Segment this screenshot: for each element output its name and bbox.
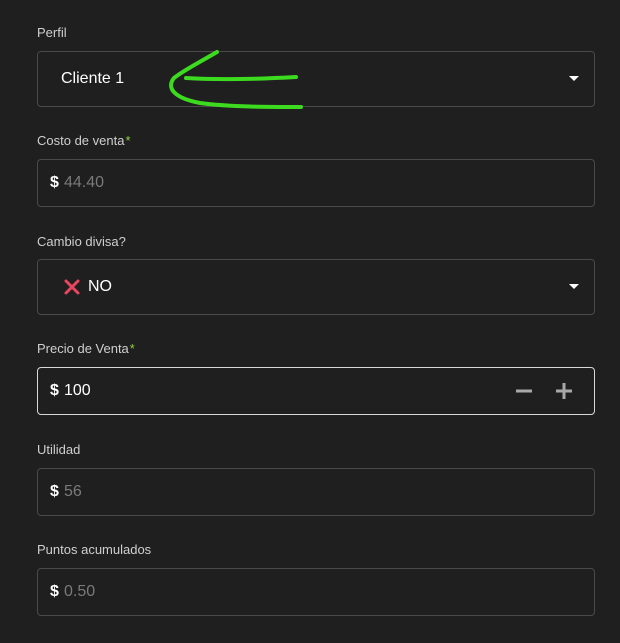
required-mark: *	[125, 133, 131, 148]
sale-price-label: Precio de Venta*	[37, 341, 135, 356]
increment-button[interactable]	[554, 381, 574, 401]
chevron-down-icon	[569, 284, 579, 289]
sale-cost-input[interactable]: $ 44.40	[37, 159, 595, 207]
x-mark-icon	[64, 279, 80, 295]
required-mark: *	[129, 341, 135, 356]
profile-select[interactable]: Cliente 1	[37, 51, 595, 107]
sale-form: Perfil Cliente 1 Costo de venta* $ 44.40…	[0, 0, 620, 643]
profit-label: Utilidad	[37, 442, 81, 457]
profile-label: Perfil	[37, 25, 67, 40]
currency-change-value: NO	[88, 278, 112, 295]
currency-change-select[interactable]: NO	[37, 259, 595, 315]
sale-cost-label: Costo de venta*	[37, 133, 131, 148]
points-input[interactable]: $ 0.50	[37, 568, 595, 616]
sale-price-input[interactable]: $ 100	[37, 367, 595, 415]
currency-symbol: $	[50, 483, 59, 500]
profit-value: 56	[64, 483, 82, 500]
sale-cost-value: 44.40	[64, 174, 105, 191]
currency-symbol: $	[50, 583, 59, 600]
profit-input[interactable]: $ 56	[37, 468, 595, 516]
points-value: 0.50	[64, 583, 96, 600]
sale-price-value: 100	[64, 382, 91, 399]
profile-value: Cliente 1	[61, 70, 125, 87]
chevron-down-icon	[569, 76, 579, 81]
decrement-button[interactable]	[514, 381, 534, 401]
currency-change-label: Cambio divisa?	[37, 234, 126, 249]
points-label: Puntos acumulados	[37, 542, 152, 557]
currency-symbol: $	[50, 174, 59, 191]
currency-symbol: $	[50, 382, 59, 399]
